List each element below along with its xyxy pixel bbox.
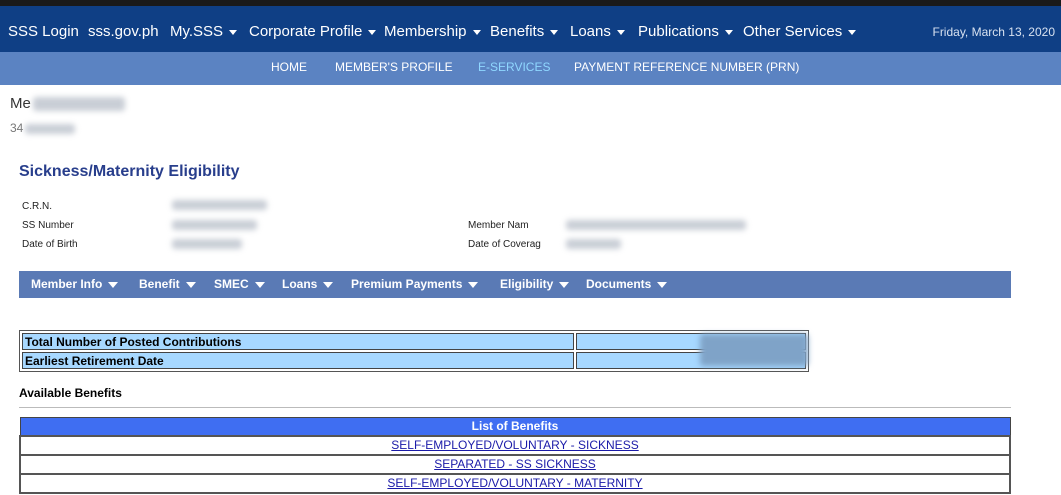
- caret-down-icon: [229, 29, 238, 35]
- menu-documents[interactable]: Documents: [586, 271, 668, 298]
- dob-value-redacted: [172, 239, 242, 249]
- benefit-link-sv-maternity[interactable]: SELF-EMPLOYED/VOLUNTARY - MATERNITY: [387, 476, 642, 490]
- page-title: Sickness/Maternity Eligibility: [19, 163, 240, 180]
- nav-publications[interactable]: Publications: [638, 12, 733, 52]
- benefit-link-separated-sickness[interactable]: SEPARATED - SS SICKNESS: [434, 457, 596, 471]
- benefit-link-sv-sickness[interactable]: SELF-EMPLOYED/VOLUNTARY - SICKNESS: [391, 438, 638, 452]
- benefit-cell: SELF-EMPLOYED/VOLUNTARY - SICKNESS: [19, 434, 1011, 456]
- nav-label: Corporate Profile: [249, 23, 363, 40]
- caret-down-icon: [368, 29, 377, 35]
- menu-member-info[interactable]: Member Info: [31, 271, 119, 298]
- redacted-text: [25, 123, 76, 134]
- nav-label: Benefits: [490, 23, 545, 40]
- menu-label: Benefit: [139, 277, 180, 291]
- menu-label: Loans: [282, 277, 318, 291]
- nav-corporate-profile[interactable]: Corporate Profile: [249, 12, 377, 52]
- divider: [19, 407, 1011, 408]
- triangle-down-icon: [323, 281, 334, 288]
- nav-label: SSS Login: [8, 23, 79, 40]
- table-row: SEPARATED - SS SICKNESS: [19, 453, 1011, 475]
- subnav-e-services[interactable]: E-SERVICES: [478, 52, 550, 82]
- nav-label: Loans: [570, 23, 611, 40]
- table-header-row: List of Benefits: [19, 417, 1011, 436]
- nav-my-sss[interactable]: My.SSS: [170, 12, 238, 52]
- nav-label: Other Services: [743, 23, 843, 40]
- triangle-down-icon: [185, 281, 196, 288]
- sub-navigation-bar: HOME MEMBER'S PROFILE E-SERVICES PAYMENT…: [0, 52, 1061, 85]
- nav-benefits[interactable]: Benefits: [490, 12, 559, 52]
- eservices-menu-bar: Member Info Benefit SMEC Loans Premium P…: [19, 271, 1011, 298]
- benefit-cell: SEPARATED - SS SICKNESS: [19, 453, 1011, 475]
- menu-loans[interactable]: Loans: [282, 271, 334, 298]
- caret-down-icon: [616, 29, 625, 35]
- date-of-coverage-label: Date of Coverag: [468, 239, 541, 250]
- available-benefits-heading: Available Benefits: [19, 386, 122, 400]
- benefits-table: List of Benefits SELF-EMPLOYED/VOLUNTARY…: [19, 417, 1011, 494]
- menu-benefit[interactable]: Benefit: [139, 271, 196, 298]
- menu-smec[interactable]: SMEC: [214, 271, 265, 298]
- table-row: Earliest Retirement Date: [22, 352, 806, 369]
- menu-label: Member Info: [31, 277, 103, 291]
- nav-label: Publications: [638, 23, 719, 40]
- caret-down-icon: [472, 29, 481, 35]
- member-name-label: Member Nam: [468, 220, 529, 231]
- subnav-members-profile[interactable]: MEMBER'S PROFILE: [335, 52, 453, 82]
- menu-label: Premium Payments: [351, 277, 463, 291]
- member-name: Me: [10, 95, 125, 112]
- subnav-home[interactable]: HOME: [271, 52, 307, 82]
- crn-value-redacted: [172, 200, 267, 210]
- benefit-cell: SELF-EMPLOYED/VOLUNTARY - MATERNITY: [19, 472, 1011, 494]
- ss-number-value-redacted: [172, 220, 257, 230]
- caret-down-icon: [848, 29, 857, 35]
- crn-label: C.R.N.: [22, 201, 52, 212]
- triangle-down-icon: [657, 281, 668, 288]
- nav-sss-login[interactable]: SSS Login: [8, 12, 79, 52]
- ss-number-label: SS Number: [22, 220, 74, 231]
- triangle-down-icon: [254, 281, 265, 288]
- menu-label: Eligibility: [500, 277, 554, 291]
- nav-label: Membership: [384, 23, 467, 40]
- total-posted-contributions-label: Total Number of Posted Contributions: [22, 333, 574, 350]
- redacted-value: [700, 334, 808, 366]
- nav-label: sss.gov.ph: [88, 23, 159, 40]
- triangle-down-icon: [468, 281, 479, 288]
- current-date: Friday, March 13, 2020: [932, 25, 1055, 39]
- table-row: SELF-EMPLOYED/VOLUNTARY - SICKNESS: [19, 434, 1011, 456]
- member-id-text: 34: [10, 121, 24, 135]
- earliest-retirement-date-label: Earliest Retirement Date: [22, 352, 574, 369]
- coverage-value-redacted: [566, 239, 621, 249]
- top-navigation-bar: SSS Login sss.gov.ph My.SSS Corporate Pr…: [0, 0, 1061, 52]
- list-of-benefits-header: List of Benefits: [19, 417, 1011, 436]
- redacted-text: [32, 97, 125, 112]
- table-row: Total Number of Posted Contributions: [22, 333, 806, 350]
- nav-other-services[interactable]: Other Services: [743, 12, 857, 52]
- dob-label: Date of Birth: [22, 239, 78, 250]
- menu-label: SMEC: [214, 277, 249, 291]
- nav-loans[interactable]: Loans: [570, 12, 625, 52]
- subnav-prn[interactable]: PAYMENT REFERENCE NUMBER (PRN): [574, 52, 799, 82]
- table-row: SELF-EMPLOYED/VOLUNTARY - MATERNITY: [19, 472, 1011, 494]
- menu-premium-payments[interactable]: Premium Payments: [351, 271, 479, 298]
- contributions-table: Total Number of Posted Contributions Ear…: [19, 330, 809, 372]
- nav-membership[interactable]: Membership: [384, 12, 481, 52]
- nav-label: My.SSS: [170, 23, 224, 40]
- nav-sss-gov-ph[interactable]: sss.gov.ph: [88, 12, 159, 52]
- caret-down-icon: [724, 29, 733, 35]
- caret-down-icon: [550, 29, 559, 35]
- triangle-down-icon: [559, 281, 570, 288]
- menu-label: Documents: [586, 277, 652, 291]
- member-name-value-redacted: [566, 220, 746, 230]
- member-name-text: Me: [10, 95, 31, 112]
- triangle-down-icon: [108, 281, 119, 288]
- menu-eligibility[interactable]: Eligibility: [500, 271, 570, 298]
- member-id: 34: [10, 121, 76, 135]
